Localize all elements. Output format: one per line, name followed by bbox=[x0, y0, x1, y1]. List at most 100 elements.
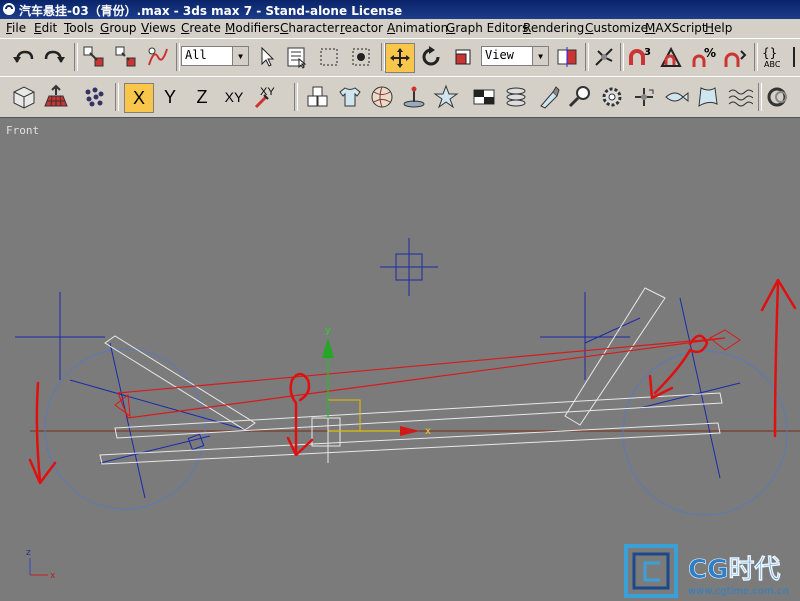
menu-rendering[interactable]: Rendering bbox=[523, 21, 584, 35]
viewport-scene[interactable]: y x z x CG时代 www.cgtime.com.cn bbox=[0, 118, 800, 601]
top-dummy-helper[interactable] bbox=[380, 238, 438, 296]
main-toolbar: All ▼ View ▼ 3 % {} ABC bbox=[0, 38, 800, 77]
snaps-toggle-button[interactable]: 3 bbox=[626, 43, 654, 71]
menu-customize[interactable]: Customize bbox=[585, 21, 648, 35]
gizmo-y-arrow[interactable] bbox=[322, 338, 334, 358]
named-selection-icon: {}ABC bbox=[762, 46, 781, 69]
menu-help[interactable]: Help bbox=[705, 21, 732, 35]
rigid-body-button[interactable] bbox=[304, 83, 332, 111]
right-dummy-helper[interactable] bbox=[540, 292, 630, 380]
mirror-button[interactable] bbox=[788, 43, 800, 71]
reference-coordinate-dropdown[interactable]: View ▼ bbox=[481, 46, 549, 66]
menu-animation[interactable]: Animation bbox=[387, 21, 448, 35]
cursor-arrow-icon bbox=[261, 46, 275, 67]
space-warp-icon bbox=[148, 47, 168, 66]
restrict-to-z-button[interactable]: Z bbox=[188, 83, 216, 111]
menu-modifiers[interactable]: Modifiers bbox=[225, 21, 280, 35]
fracture-button[interactable] bbox=[566, 83, 594, 111]
pivot-point-center-button[interactable] bbox=[553, 43, 581, 71]
svg-text:3: 3 bbox=[644, 47, 651, 58]
cube-icon bbox=[13, 86, 35, 109]
menu-reactor[interactable]: reactor bbox=[340, 21, 383, 35]
right-shock-absorber[interactable] bbox=[564, 287, 666, 426]
unlink-selection-button[interactable] bbox=[112, 43, 140, 71]
soft-body-button[interactable] bbox=[368, 83, 396, 111]
angle-snap-icon bbox=[660, 46, 682, 67]
spinner-snap-button[interactable] bbox=[722, 43, 750, 71]
front-viewport[interactable]: Front y x z x CG时代 www.cgtime.com.cn bbox=[0, 117, 800, 601]
window-crossing-button[interactable] bbox=[347, 43, 375, 71]
triad-x-label: x bbox=[50, 571, 56, 581]
create-rigid-body-collection-button[interactable] bbox=[10, 83, 38, 111]
menu-character[interactable]: Character bbox=[280, 21, 339, 35]
plane-button[interactable] bbox=[400, 83, 428, 111]
menu-edit[interactable]: Edit bbox=[34, 21, 57, 35]
undo-button[interactable] bbox=[10, 43, 38, 71]
pivot-box[interactable] bbox=[187, 433, 205, 451]
angle-snap-button[interactable] bbox=[658, 43, 686, 71]
edit-named-selection-button[interactable]: {} ABC bbox=[760, 43, 788, 71]
restrict-to-plane-button[interactable]: XY bbox=[252, 83, 280, 111]
move-icon bbox=[390, 48, 410, 68]
bind-space-warp-button[interactable] bbox=[144, 43, 172, 71]
restrict-to-y-button[interactable]: Y bbox=[156, 83, 184, 111]
left-dummy-helper[interactable] bbox=[15, 292, 105, 380]
water-button[interactable] bbox=[534, 83, 562, 111]
menu-graph-editors[interactable]: Graph Editors bbox=[446, 21, 528, 35]
watermark-logo bbox=[624, 544, 678, 598]
mirror-icon bbox=[793, 47, 795, 67]
separator bbox=[758, 83, 762, 111]
region-selection-button[interactable] bbox=[315, 43, 343, 71]
toy-car-button[interactable] bbox=[694, 83, 722, 111]
chevron-down-icon: ▼ bbox=[532, 47, 548, 65]
menu-maxscript[interactable]: MAXScript bbox=[645, 21, 707, 35]
selection-filter-dropdown[interactable]: All ▼ bbox=[181, 46, 249, 66]
title-bar: 汽车悬挂-03（青份）.max - 3ds max 7 - Stand-alon… bbox=[0, 0, 800, 19]
select-and-move-button[interactable] bbox=[385, 43, 415, 73]
preview-animation-button[interactable] bbox=[764, 83, 792, 111]
deforming-mesh-button[interactable] bbox=[502, 83, 530, 111]
select-and-rotate-button[interactable] bbox=[417, 43, 445, 71]
motor-button[interactable] bbox=[630, 83, 658, 111]
separator bbox=[585, 43, 589, 71]
rectangle-select-icon bbox=[320, 48, 338, 66]
center-up-arrow bbox=[289, 372, 311, 456]
dashpot-button[interactable] bbox=[432, 83, 460, 111]
center-down-arrowhead bbox=[286, 436, 314, 457]
manipulate-icon bbox=[595, 48, 613, 66]
selected-lever-arm[interactable] bbox=[117, 337, 726, 419]
water-waves-icon bbox=[728, 89, 753, 107]
separator bbox=[115, 83, 119, 111]
menu-create[interactable]: Create bbox=[181, 21, 221, 35]
constraint-solver-button[interactable] bbox=[598, 83, 626, 111]
center-pivot-box[interactable] bbox=[311, 417, 341, 447]
select-and-link-button[interactable] bbox=[80, 43, 108, 71]
motor-icon bbox=[635, 88, 654, 106]
select-by-name-button[interactable] bbox=[283, 43, 311, 71]
menu-file[interactable]: File bbox=[6, 21, 26, 35]
svg-text:XY: XY bbox=[260, 86, 275, 98]
watermark-url: www.cgtime.com.cn bbox=[688, 586, 789, 597]
wave-button[interactable] bbox=[726, 83, 754, 111]
scale-icon bbox=[455, 49, 471, 65]
select-and-manipulate-button[interactable] bbox=[590, 43, 618, 71]
select-object-button[interactable] bbox=[253, 43, 281, 71]
create-particle-system-button[interactable] bbox=[80, 83, 108, 111]
right-wheel[interactable] bbox=[622, 350, 788, 516]
restrict-to-xy-button[interactable]: XY bbox=[220, 83, 248, 111]
left-wheel[interactable] bbox=[44, 348, 206, 510]
redo-button[interactable] bbox=[40, 43, 68, 71]
cloth-modifier-button[interactable] bbox=[336, 83, 364, 111]
percent-snap-button[interactable]: % bbox=[690, 43, 718, 71]
menu-views[interactable]: Views bbox=[141, 21, 176, 35]
gizmo-x-arrow[interactable] bbox=[400, 426, 420, 436]
create-cloth-collection-button[interactable] bbox=[42, 83, 70, 111]
rope-button[interactable] bbox=[470, 83, 498, 111]
menu-group[interactable]: Group bbox=[100, 21, 137, 35]
select-and-scale-button[interactable] bbox=[449, 43, 477, 71]
left-strut-line bbox=[109, 342, 146, 499]
wind-button[interactable] bbox=[662, 83, 690, 111]
app-icon[interactable] bbox=[2, 2, 16, 16]
menu-tools[interactable]: Tools bbox=[64, 21, 94, 35]
restrict-to-x-button[interactable]: X bbox=[124, 83, 154, 113]
